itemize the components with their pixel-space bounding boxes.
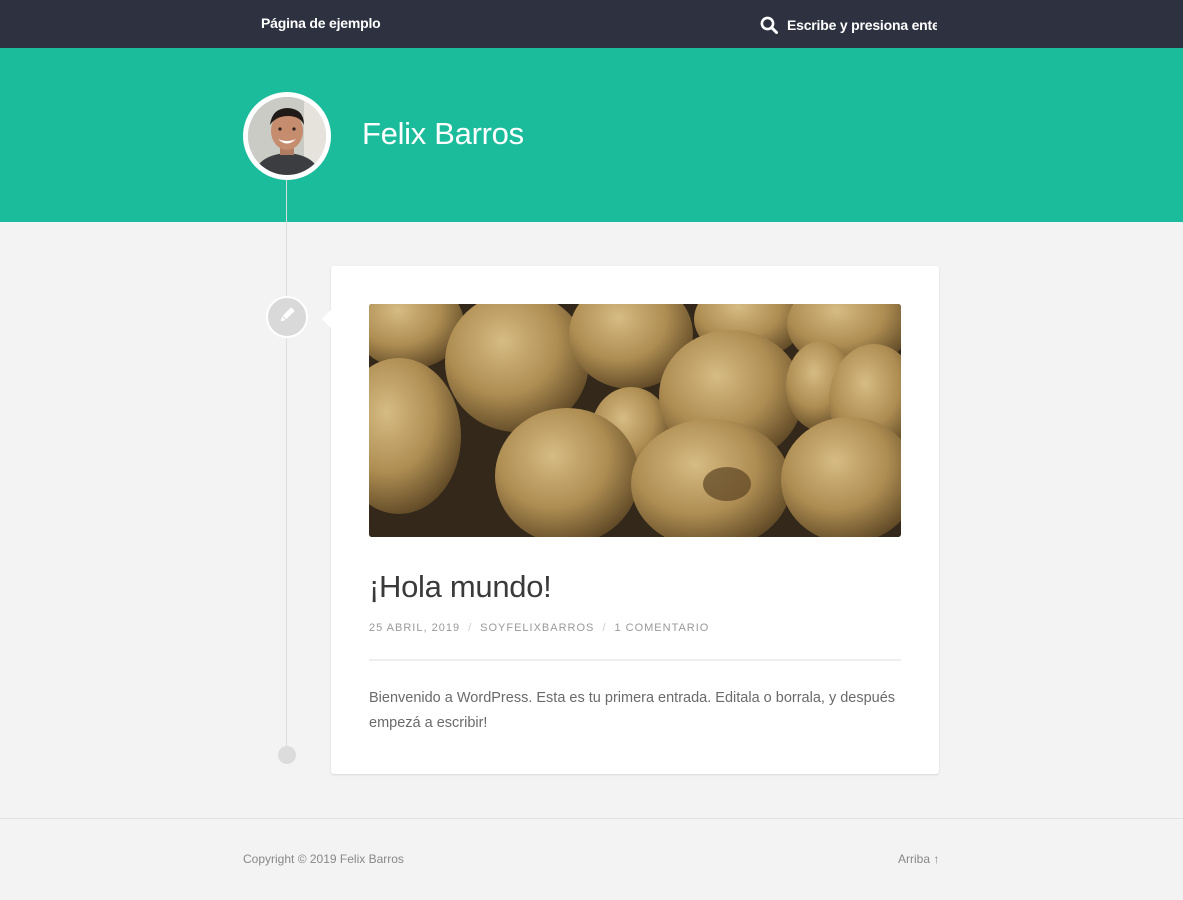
- search-icon[interactable]: [760, 16, 778, 34]
- post-date[interactable]: 25 ABRIL, 2019: [369, 622, 460, 634]
- post-title[interactable]: ¡Hola mundo!: [369, 569, 552, 605]
- post-author[interactable]: SOYFELIXBARROS: [480, 622, 594, 634]
- post-meta: 25 ABRIL, 2019 / SOYFELIXBARROS / 1 COME…: [369, 622, 709, 634]
- post-card: ¡Hola mundo! 25 ABRIL, 2019 / SOYFELIXBA…: [322, 266, 939, 774]
- post-format-badge[interactable]: [266, 296, 308, 338]
- footer-divider: [0, 818, 1183, 819]
- post-comments-link[interactable]: 1 COMENTARIO: [614, 622, 709, 634]
- top-navigation-bar: Página de ejemplo: [0, 0, 1183, 48]
- meta-separator: /: [468, 622, 473, 634]
- avatar[interactable]: [243, 92, 331, 180]
- avatar-photo: [248, 97, 326, 175]
- post-card-arrow: [322, 310, 331, 328]
- timeline-end-dot: [278, 746, 296, 764]
- back-to-top-link[interactable]: Arriba ↑: [898, 852, 939, 866]
- search-form: [760, 14, 937, 36]
- post-divider: [369, 659, 901, 661]
- nav-link-sample-page[interactable]: Página de ejemplo: [261, 15, 381, 31]
- copyright-text: Copyright © 2019 Felix Barros: [243, 852, 404, 866]
- site-header: [0, 48, 1183, 222]
- post-excerpt: Bienvenido a WordPress. Esta es tu prime…: [369, 690, 896, 731]
- pencil-icon: [277, 305, 297, 330]
- site-title[interactable]: Felix Barros: [362, 116, 524, 152]
- meta-separator: /: [602, 622, 607, 634]
- featured-image[interactable]: [369, 304, 901, 537]
- timeline-line: [286, 180, 287, 755]
- search-input[interactable]: [787, 17, 937, 33]
